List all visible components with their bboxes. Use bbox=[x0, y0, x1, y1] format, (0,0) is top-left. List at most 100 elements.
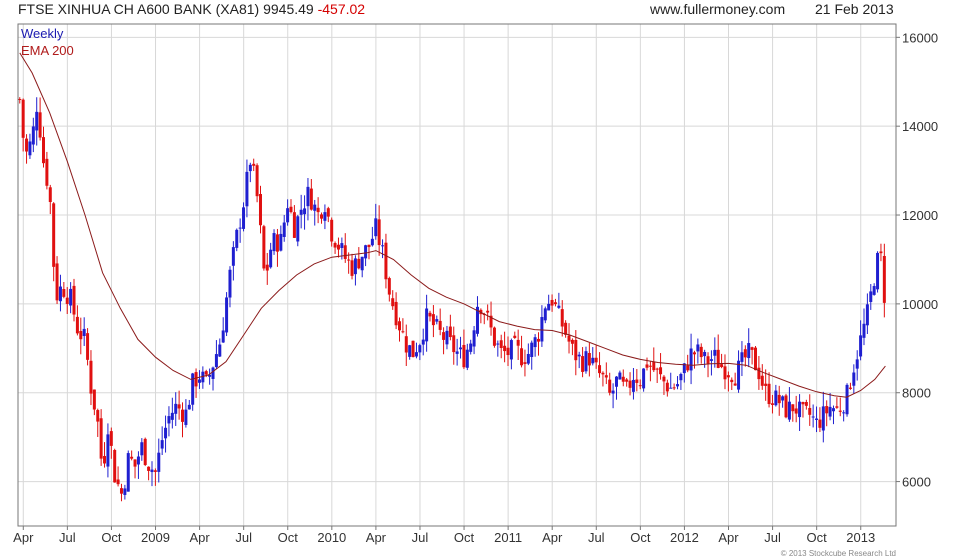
candle-body bbox=[313, 204, 317, 211]
x-tick-label: Jul bbox=[764, 530, 781, 545]
candle-body bbox=[303, 208, 307, 215]
candle-body bbox=[336, 244, 340, 250]
candle-body bbox=[604, 375, 608, 378]
candle-body bbox=[679, 373, 683, 381]
candle-body bbox=[218, 344, 222, 357]
candle-body bbox=[631, 379, 635, 392]
candle-body bbox=[387, 278, 391, 295]
candle-body bbox=[828, 406, 832, 417]
candle-body bbox=[75, 316, 79, 334]
candle-body bbox=[628, 380, 632, 388]
x-tick-label: Jul bbox=[235, 530, 252, 545]
candle-body bbox=[211, 367, 215, 379]
candle-body bbox=[645, 364, 649, 368]
candle-body bbox=[353, 258, 357, 275]
candle-body bbox=[537, 338, 541, 342]
candle-body bbox=[713, 349, 717, 356]
candle-body bbox=[794, 408, 798, 414]
candle-body bbox=[791, 404, 795, 412]
candle-body bbox=[113, 450, 117, 483]
candle-body bbox=[550, 299, 554, 306]
candle-body bbox=[547, 303, 551, 311]
x-tick-label: Jul bbox=[59, 530, 76, 545]
candle-body bbox=[153, 470, 157, 472]
candle-body bbox=[340, 243, 344, 248]
candle-body bbox=[320, 214, 324, 219]
candle-body bbox=[377, 219, 381, 246]
candle-body bbox=[855, 359, 859, 369]
candle-body bbox=[167, 416, 171, 424]
candle-body bbox=[859, 335, 863, 357]
candle-body bbox=[255, 165, 259, 197]
candle-body bbox=[459, 347, 463, 350]
candle-body bbox=[21, 99, 25, 138]
candle-body bbox=[665, 382, 669, 392]
candle-body bbox=[723, 366, 727, 380]
candle-body bbox=[743, 349, 747, 358]
candle-body bbox=[838, 410, 842, 412]
candle-body bbox=[659, 367, 663, 375]
candle-body bbox=[65, 297, 69, 304]
candle-body bbox=[831, 408, 835, 412]
candle-body bbox=[672, 387, 676, 389]
candle-body bbox=[428, 312, 432, 317]
candle-body bbox=[472, 330, 476, 347]
candle-body bbox=[709, 359, 713, 361]
candle-body bbox=[238, 227, 242, 229]
plot-frame bbox=[17, 23, 897, 527]
candle-body bbox=[374, 218, 378, 237]
candle-body bbox=[228, 269, 232, 298]
candle-body bbox=[648, 365, 652, 367]
candle-body bbox=[815, 418, 819, 420]
candle-body bbox=[747, 343, 751, 359]
candle-body bbox=[397, 321, 401, 331]
candle-body bbox=[45, 158, 49, 186]
chart-grid bbox=[18, 24, 896, 526]
y-axis: 6000 8000 10000 12000 14000 16000 bbox=[896, 30, 938, 490]
candle-body bbox=[384, 242, 388, 280]
candle-body bbox=[296, 216, 300, 242]
candle-body bbox=[818, 419, 822, 428]
candle-body bbox=[425, 308, 429, 342]
candle-body bbox=[486, 310, 490, 313]
candle-body bbox=[82, 328, 86, 337]
candle-body bbox=[401, 331, 405, 333]
candle-body bbox=[876, 252, 880, 290]
candle-body bbox=[38, 112, 42, 138]
x-tick-label: 2010 bbox=[317, 530, 346, 545]
candle-body bbox=[811, 416, 815, 418]
candle-body bbox=[591, 357, 595, 364]
candle-body bbox=[343, 245, 347, 259]
candle-body bbox=[706, 356, 710, 364]
x-tick-label: Apr bbox=[718, 530, 739, 545]
candle-body bbox=[181, 409, 185, 422]
candle-body bbox=[435, 319, 439, 322]
candle-body bbox=[252, 163, 256, 166]
candle-body bbox=[560, 309, 564, 327]
candle-body bbox=[381, 245, 385, 247]
candle-body bbox=[652, 361, 656, 371]
candle-body bbox=[262, 226, 266, 269]
candle-body bbox=[286, 208, 290, 223]
candle-body bbox=[523, 362, 527, 364]
candle-body bbox=[187, 404, 191, 410]
candle-body bbox=[774, 390, 778, 406]
x-tick-label: 2011 bbox=[494, 530, 522, 545]
candle-body bbox=[445, 330, 449, 345]
y-tick-label: 12000 bbox=[902, 208, 938, 223]
candle-body bbox=[553, 302, 557, 305]
candle-body bbox=[676, 384, 680, 387]
candle-body bbox=[767, 383, 771, 405]
candle-body bbox=[669, 387, 673, 389]
candle-body bbox=[221, 330, 225, 343]
candle-body bbox=[41, 137, 45, 164]
candle-body bbox=[703, 351, 707, 357]
candle-body bbox=[421, 339, 425, 345]
candle-body bbox=[269, 249, 273, 268]
candle-body bbox=[275, 234, 279, 252]
candle-body bbox=[442, 332, 446, 340]
x-tick-label: Oct bbox=[101, 530, 122, 545]
candle-body bbox=[808, 407, 812, 415]
candle-body bbox=[99, 418, 103, 459]
candle-body bbox=[265, 264, 269, 271]
